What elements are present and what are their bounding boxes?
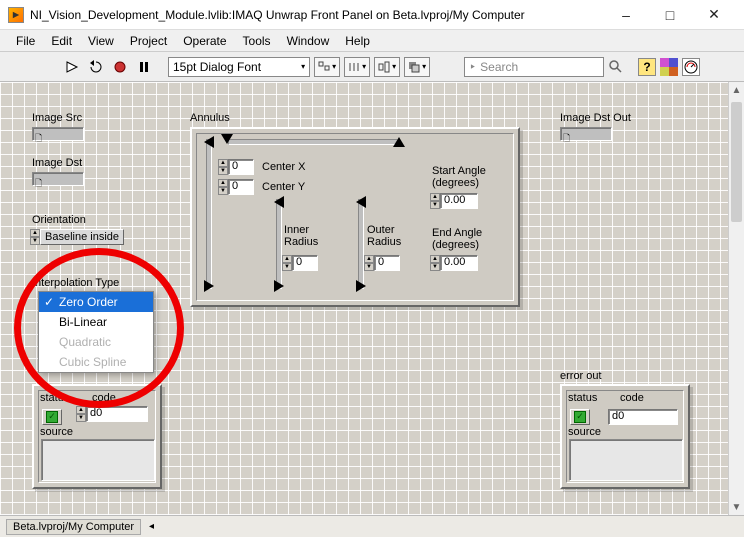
- file-icon: 🗋: [33, 133, 42, 143]
- image-dst-control[interactable]: 🗋: [32, 172, 84, 186]
- error-out-source: [569, 439, 683, 481]
- distribute-dropdown[interactable]: [344, 57, 370, 77]
- orientation-label: Orientation: [32, 214, 86, 226]
- font-label: 15pt Dialog Font: [173, 60, 261, 74]
- inner-radius-label: InnerRadius: [284, 224, 324, 248]
- scroll-down-icon[interactable]: ▼: [729, 499, 744, 515]
- end-angle-value[interactable]: 0.00: [440, 255, 478, 271]
- scroll-up-icon[interactable]: ▲: [729, 82, 744, 98]
- minimize-button[interactable]: –: [604, 1, 648, 29]
- labview-app-icon: [8, 7, 24, 23]
- image-dst-out-label: Image Dst Out: [560, 112, 631, 124]
- error-in-status-label: statu: [40, 392, 64, 404]
- run-continuous-button[interactable]: [86, 57, 106, 77]
- interp-opt-bilinear[interactable]: Bi-Linear: [39, 312, 153, 332]
- status-bar: Beta.lvproj/My Computer ◂: [0, 515, 744, 537]
- search-input[interactable]: ‣ Search: [464, 57, 604, 77]
- outer-radius-control[interactable]: ▲▼ 0: [364, 255, 400, 271]
- reorder-dropdown[interactable]: [404, 57, 430, 77]
- annulus-cluster: ▲▼ 0 Center X ▲▼ 0 Center Y InnerRadius …: [190, 127, 520, 307]
- menu-operate[interactable]: Operate: [175, 31, 234, 51]
- search-icon[interactable]: [608, 59, 624, 75]
- outer-radius-slider[interactable]: [352, 199, 370, 289]
- error-in-status-led[interactable]: ✓: [42, 406, 62, 425]
- close-button[interactable]: ✕: [692, 1, 736, 29]
- menu-tools[interactable]: Tools: [235, 31, 279, 51]
- error-out-code-val: 0: [618, 410, 624, 422]
- image-dst-label: Image Dst: [32, 157, 82, 169]
- image-src-control[interactable]: 🗋: [32, 127, 84, 141]
- toolbar: 15pt Dialog Font▾ ‣ Search ?: [0, 52, 744, 82]
- error-in-code-label: code: [92, 392, 116, 404]
- search-placeholder: Search: [480, 60, 518, 74]
- center-x-label: Center X: [262, 161, 305, 173]
- ring-spinner[interactable]: ▲▼: [30, 229, 40, 245]
- error-out-cluster: status code ✓ d0 source: [560, 384, 690, 489]
- outer-radius-value[interactable]: 0: [374, 255, 400, 271]
- start-angle-control[interactable]: ▲▼ 0.00: [430, 193, 478, 209]
- start-angle-label: Start Angle(degrees): [432, 165, 502, 189]
- tab-nav-left-icon[interactable]: ◂: [149, 521, 154, 532]
- run-button[interactable]: [62, 57, 82, 77]
- menu-bar: File Edit View Project Operate Tools Win…: [0, 30, 744, 52]
- inner-radius-value[interactable]: 0: [292, 255, 318, 271]
- error-out-code-label: code: [620, 392, 644, 404]
- outer-radius-label: OuterRadius: [367, 224, 407, 248]
- orientation-ring[interactable]: ▲▼ Baseline inside: [30, 229, 124, 245]
- vi-icon[interactable]: [682, 58, 700, 76]
- menu-project[interactable]: Project: [122, 31, 175, 51]
- error-in-code-val: 0: [96, 407, 102, 419]
- maximize-button[interactable]: □: [648, 1, 692, 29]
- inner-radius-slider[interactable]: [270, 199, 288, 289]
- error-in-cluster: statu code ✓ ▲▼ d0 source: [32, 384, 162, 489]
- menu-window[interactable]: Window: [279, 31, 338, 51]
- center-slider-h[interactable]: [218, 137, 408, 155]
- help-button[interactable]: ?: [638, 58, 656, 76]
- annulus-label: Annulus: [190, 112, 230, 124]
- align-dropdown[interactable]: [314, 57, 340, 77]
- menu-file[interactable]: File: [8, 31, 43, 51]
- font-selector[interactable]: 15pt Dialog Font▾: [168, 57, 310, 77]
- image-src-label: Image Src: [32, 112, 82, 124]
- interpolation-label: Interpolation Type: [32, 277, 119, 289]
- vertical-scrollbar[interactable]: ▲ ▼: [728, 82, 744, 515]
- interp-opt-zero-order[interactable]: Zero Order: [39, 292, 153, 312]
- error-out-status-led: ✓: [570, 406, 590, 425]
- resize-dropdown[interactable]: [374, 57, 400, 77]
- image-dst-out-indicator: 🗋: [560, 127, 612, 141]
- error-in-code[interactable]: ▲▼ d0: [76, 406, 148, 422]
- menu-view[interactable]: View: [80, 31, 122, 51]
- scroll-thumb-v[interactable]: [731, 102, 742, 222]
- window-title: NI_Vision_Development_Module.lvlib:IMAQ …: [30, 8, 604, 22]
- orientation-value[interactable]: Baseline inside: [40, 229, 124, 245]
- center-x-control[interactable]: ▲▼ 0 Center X: [218, 159, 305, 175]
- end-angle-label: End Angle(degrees): [432, 227, 502, 251]
- error-in-source[interactable]: [41, 439, 155, 481]
- start-angle-value[interactable]: 0.00: [440, 193, 478, 209]
- interp-opt-cubic: Cubic Spline: [39, 352, 153, 372]
- abort-button[interactable]: [110, 57, 130, 77]
- error-out-label: error out: [560, 370, 602, 382]
- pause-button[interactable]: [134, 57, 154, 77]
- project-tab[interactable]: Beta.lvproj/My Computer: [6, 519, 141, 535]
- end-angle-control[interactable]: ▲▼ 0.00: [430, 255, 478, 271]
- error-out-code: d0: [608, 406, 678, 425]
- center-y-label: Center Y: [262, 181, 305, 193]
- center-x-value[interactable]: 0: [228, 159, 254, 175]
- center-y-control[interactable]: ▲▼ 0 Center Y: [218, 179, 305, 195]
- connector-pane-icon[interactable]: [660, 58, 678, 76]
- interpolation-popup[interactable]: Zero Order Bi-Linear Quadratic Cubic Spl…: [38, 291, 154, 373]
- error-out-source-label: source: [568, 426, 601, 438]
- menu-help[interactable]: Help: [337, 31, 378, 51]
- center-y-value[interactable]: 0: [228, 179, 254, 195]
- file-icon: 🗋: [561, 133, 570, 143]
- file-icon: 🗋: [33, 178, 42, 188]
- menu-edit[interactable]: Edit: [43, 31, 80, 51]
- error-out-status-label: status: [568, 392, 597, 404]
- inner-radius-control[interactable]: ▲▼ 0: [282, 255, 318, 271]
- interp-opt-quadratic: Quadratic: [39, 332, 153, 352]
- front-panel-canvas[interactable]: Image Src 🗋 Image Dst 🗋 Image Dst Out 🗋 …: [0, 82, 744, 515]
- center-slider-v[interactable]: [200, 139, 218, 289]
- error-in-source-label: source: [40, 426, 73, 438]
